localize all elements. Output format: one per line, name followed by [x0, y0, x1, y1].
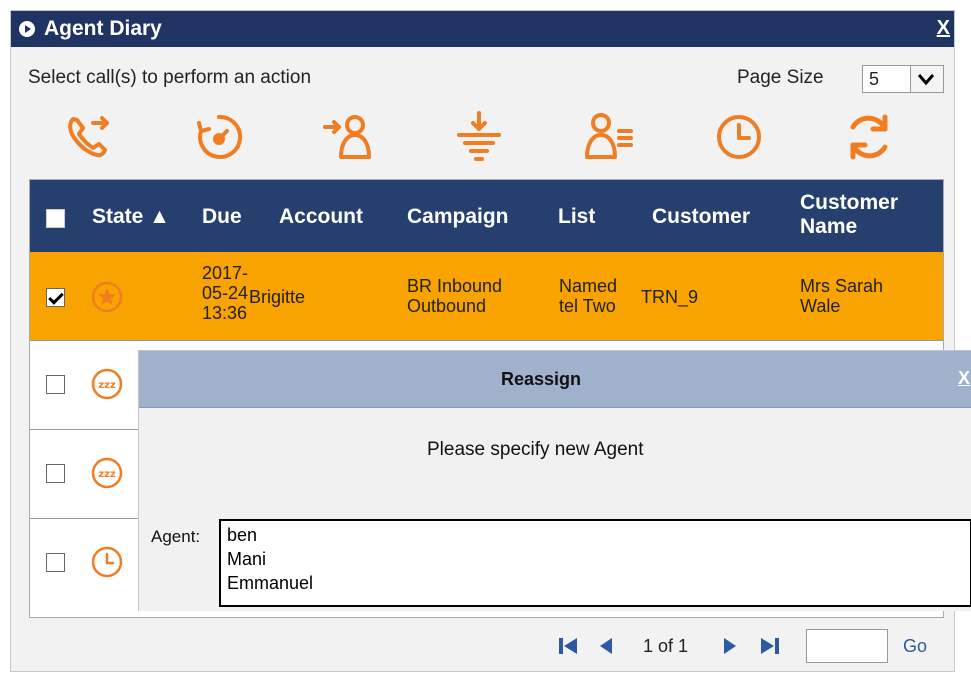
agent-option[interactable]: ben	[227, 525, 257, 546]
snooze-icon: zzz	[90, 456, 124, 490]
customer-name-line-2: Wale	[800, 296, 841, 316]
page-indicator: 1 of 1	[643, 636, 689, 656]
page-size-label: Page Size	[737, 67, 824, 88]
page-size-select[interactable]: 5	[862, 65, 944, 93]
collapse-toggle-icon[interactable]	[19, 21, 35, 37]
prev-page-icon[interactable]	[596, 635, 618, 657]
page-size-value: 5	[869, 69, 880, 89]
window-close-button[interactable]: X	[937, 17, 950, 40]
col-customer[interactable]: Customer	[652, 205, 750, 229]
filter-icon[interactable]	[451, 109, 507, 165]
col-customer-name-2: Name	[800, 215, 858, 238]
col-state[interactable]: State ▲	[92, 205, 170, 229]
svg-text:zzz: zzz	[98, 469, 116, 480]
svg-text:zzz: zzz	[98, 380, 116, 391]
col-account[interactable]: Account	[279, 205, 363, 229]
table-row[interactable]: 2017- 05-24 13:36 Brigitte BR Inbound Ou…	[30, 252, 943, 341]
page-number-input[interactable]	[806, 629, 888, 663]
reassign-dialog: Reassign X Please specify new Agent Agen…	[138, 350, 971, 611]
title-bar: Agent Diary X	[11, 11, 954, 47]
chevron-down-icon[interactable]	[910, 66, 943, 92]
select-all-checkbox[interactable]	[46, 209, 65, 228]
due-line-3: 13:36	[202, 303, 248, 323]
window-title: Agent Diary	[44, 17, 162, 40]
pager: 1 of 1 Go	[11, 625, 954, 665]
col-due[interactable]: Due	[202, 205, 242, 229]
row-checkbox[interactable]	[46, 288, 65, 307]
star-icon	[90, 280, 124, 314]
instruction-text: Select call(s) to perform an action	[28, 67, 312, 88]
list-line-2: tel Two	[559, 296, 616, 316]
next-page-icon[interactable]	[718, 635, 740, 657]
campaign-line-1: BR Inbound	[407, 276, 503, 296]
go-button[interactable]: Go	[903, 636, 927, 657]
refresh-icon[interactable]	[841, 109, 897, 165]
account-cell: Brigitte	[249, 287, 306, 307]
snooze-timer-icon[interactable]	[191, 109, 247, 165]
first-page-icon[interactable]	[557, 635, 579, 657]
transfer-call-icon[interactable]	[61, 109, 117, 165]
customer-name-line-1: Mrs Sarah	[800, 276, 884, 296]
due-line-1: 2017-	[202, 263, 249, 283]
list-line-1: Named	[559, 276, 618, 296]
row-checkbox[interactable]	[46, 464, 65, 483]
reassign-agent-icon[interactable]	[321, 109, 377, 165]
due-line-2: 05-24	[202, 283, 249, 303]
last-page-icon[interactable]	[759, 635, 781, 657]
agent-label: Agent:	[151, 527, 201, 546]
clock-icon	[90, 545, 124, 579]
row-checkbox[interactable]	[46, 375, 65, 394]
row-checkbox[interactable]	[46, 553, 65, 572]
dialog-message: Please specify new Agent	[427, 439, 644, 460]
col-list[interactable]: List	[558, 205, 595, 229]
dialog-close-button[interactable]: X	[958, 368, 970, 389]
agent-list-icon[interactable]	[581, 109, 637, 165]
customer-cell: TRN_9	[641, 287, 699, 307]
col-customer-name[interactable]: Customer	[800, 191, 898, 215]
col-campaign[interactable]: Campaign	[407, 205, 509, 229]
dialog-title: Reassign	[501, 369, 582, 389]
dialog-title-bar: Reassign X	[139, 351, 971, 408]
agent-listbox[interactable]: ben Mani Emmanuel	[219, 519, 971, 607]
snooze-icon: zzz	[90, 367, 124, 401]
campaign-line-2: Outbound	[407, 296, 487, 316]
clock-icon[interactable]	[711, 109, 767, 165]
agent-option[interactable]: Mani	[227, 549, 266, 570]
grid-header: State ▲ Due Account Campaign List Custom…	[30, 180, 943, 252]
agent-option[interactable]: Emmanuel	[227, 573, 313, 594]
